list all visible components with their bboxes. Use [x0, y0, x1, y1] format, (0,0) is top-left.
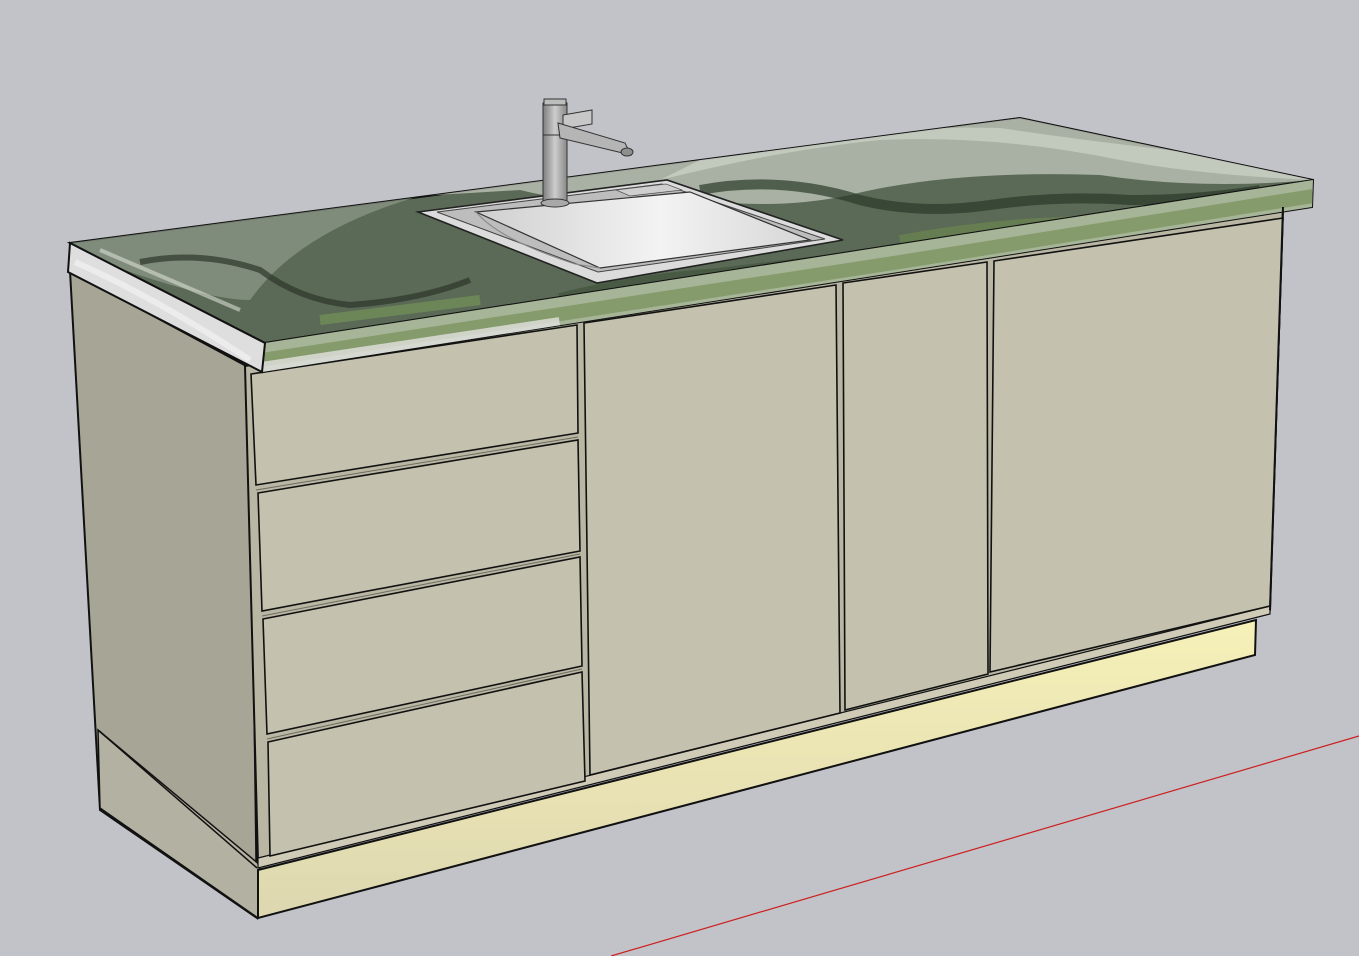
door-3[interactable] [989, 217, 1284, 674]
modeling-viewport[interactable] [0, 0, 1359, 956]
scene-canvas[interactable] [0, 0, 1359, 956]
door-1[interactable] [583, 284, 841, 777]
cabinet-side [68, 269, 261, 920]
door-2[interactable] [842, 261, 989, 712]
drawer-stack [250, 324, 586, 858]
